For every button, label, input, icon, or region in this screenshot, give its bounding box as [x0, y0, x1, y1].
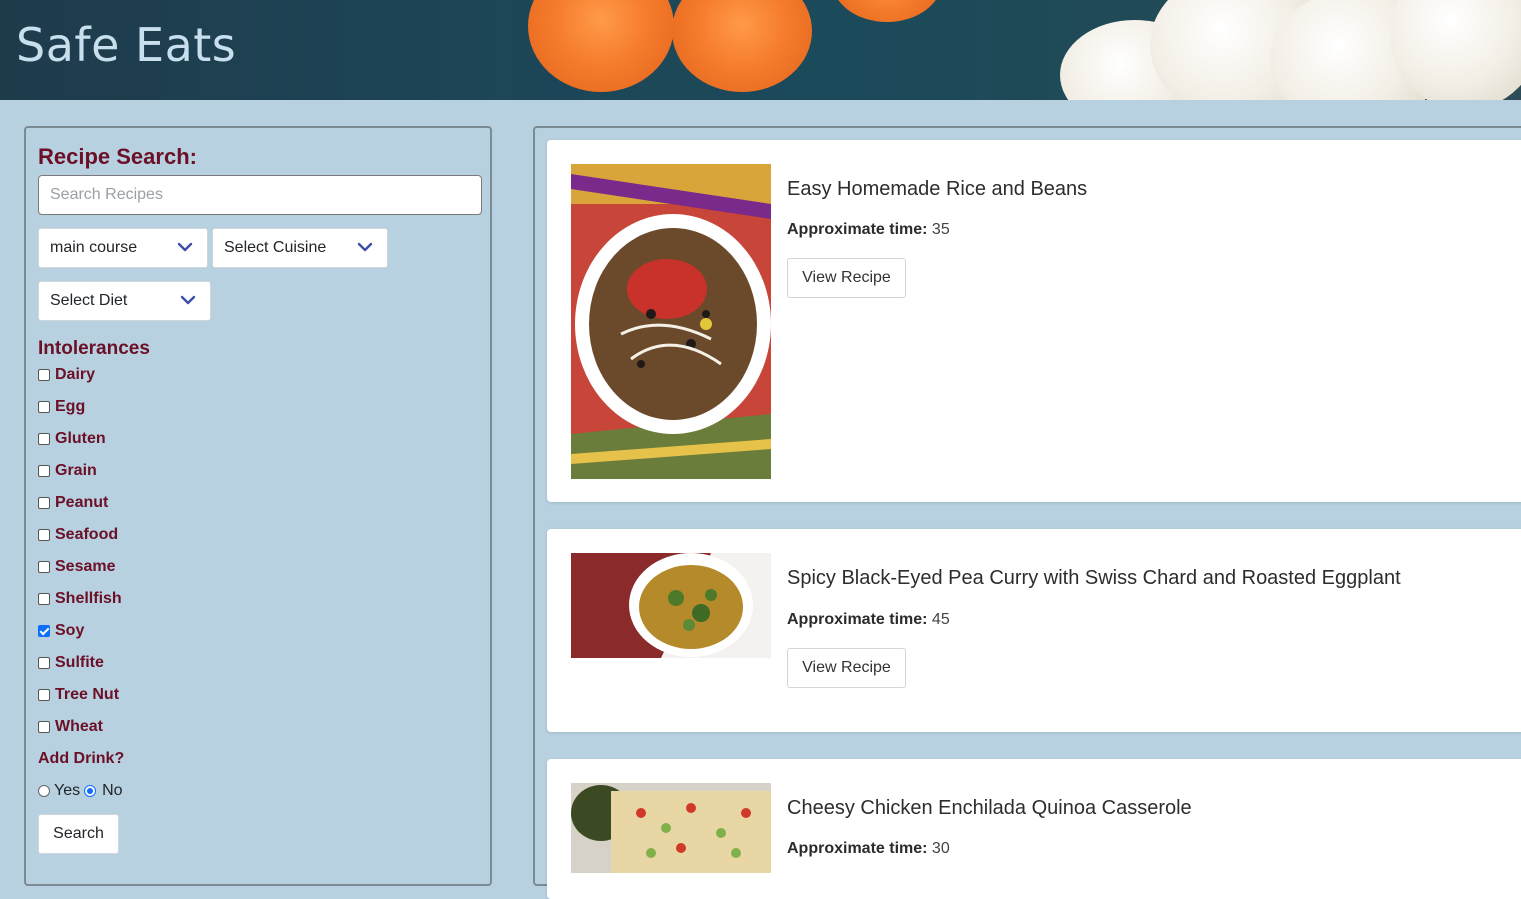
checkbox-label: Sulfite [55, 654, 104, 671]
checkbox[interactable] [38, 657, 50, 669]
chevron-down-icon [180, 295, 196, 305]
recipe-card: Easy Homemade Rice and Beans Approximate… [547, 140, 1521, 502]
checkbox-label: Tree Nut [55, 686, 120, 703]
intolerance-sesame[interactable]: Sesame [38, 556, 116, 578]
checkbox[interactable] [38, 721, 50, 733]
meal-type-select[interactable]: main course [38, 228, 208, 268]
checkbox-label: Dairy [55, 366, 96, 383]
diet-select-value: Select Diet [50, 292, 128, 309]
checkbox[interactable] [38, 497, 50, 509]
checkbox[interactable] [38, 689, 50, 701]
intolerance-tree-nut[interactable]: Tree Nut [38, 684, 119, 706]
intolerance-seafood[interactable]: Seafood [38, 524, 118, 546]
carrot-slice-image [672, 0, 812, 92]
intolerance-shellfish[interactable]: Shellfish [38, 588, 122, 610]
checkbox-label: Seafood [55, 526, 119, 543]
header-banner: Safe Eats [0, 0, 1521, 100]
cuisine-select-value: Select Cuisine [224, 239, 327, 256]
checkbox-label: Egg [55, 398, 86, 415]
drink-yes-label: Yes [54, 782, 81, 799]
intolerance-sulfite[interactable]: Sulfite [38, 652, 104, 674]
checkbox-checked[interactable] [38, 625, 50, 637]
checkbox-label: Grain [55, 462, 97, 479]
view-recipe-button[interactable]: View Recipe [787, 648, 906, 688]
checkbox-label: Gluten [55, 430, 106, 447]
recipe-title[interactable]: Spicy Black-Eyed Pea Curry with Swiss Ch… [787, 567, 1401, 590]
recipe-search-heading: Recipe Search: [38, 144, 197, 169]
time-label: Approximate time: [787, 611, 928, 628]
intolerance-wheat[interactable]: Wheat [38, 716, 103, 738]
meal-type-select-value: main course [50, 239, 138, 256]
checkbox[interactable] [38, 433, 50, 445]
recipe-time: Approximate time: 30 [787, 840, 950, 858]
drink-no-label: No [102, 782, 123, 799]
time-label: Approximate time: [787, 840, 928, 857]
recipe-image-enchilada-casserole [571, 783, 771, 873]
checkbox-label: Peanut [55, 494, 109, 511]
checkbox[interactable] [38, 465, 50, 477]
checkbox[interactable] [38, 401, 50, 413]
recipe-time: Approximate time: 35 [787, 221, 950, 239]
add-drink-options: Yes No [38, 782, 123, 800]
recipe-card: Cheesy Chicken Enchilada Quinoa Casserol… [547, 759, 1521, 899]
checkbox-label: Wheat [55, 718, 103, 735]
diet-select[interactable]: Select Diet [38, 281, 211, 321]
drink-no-radio[interactable] [84, 785, 97, 797]
checkbox[interactable] [38, 529, 50, 541]
cuisine-select[interactable]: Select Cuisine [212, 228, 388, 268]
checkbox-label: Shellfish [55, 590, 122, 607]
carrot-slice-image [832, 0, 942, 22]
intolerance-soy[interactable]: Soy [38, 620, 84, 642]
cauliflower-image [1390, 0, 1521, 100]
recipe-title[interactable]: Cheesy Chicken Enchilada Quinoa Casserol… [787, 797, 1192, 820]
checkbox-label: Sesame [55, 558, 116, 575]
carrot-slice-image [528, 0, 674, 92]
recipe-image-rice-and-beans [571, 164, 771, 479]
recipe-image-black-eyed-pea-curry [571, 553, 771, 658]
intolerance-dairy[interactable]: Dairy [38, 364, 95, 386]
chevron-down-icon [177, 242, 193, 252]
intolerance-egg[interactable]: Egg [38, 396, 85, 418]
recipe-card: Spicy Black-Eyed Pea Curry with Swiss Ch… [547, 529, 1521, 732]
intolerance-peanut[interactable]: Peanut [38, 492, 108, 514]
site-title: Safe Eats [16, 18, 237, 72]
search-input[interactable] [38, 175, 482, 215]
checkbox[interactable] [38, 561, 50, 573]
drink-yes-radio[interactable] [38, 785, 50, 797]
checkbox[interactable] [38, 593, 50, 605]
recipe-time: Approximate time: 45 [787, 611, 950, 629]
checkbox-label: Soy [55, 622, 85, 639]
add-drink-heading: Add Drink? [38, 750, 125, 767]
intolerances-heading: Intolerances [38, 338, 150, 359]
checkbox[interactable] [38, 369, 50, 381]
time-value: 30 [931, 840, 950, 857]
time-value: 45 [931, 611, 950, 628]
view-recipe-button[interactable]: View Recipe [787, 258, 906, 298]
recipe-title[interactable]: Easy Homemade Rice and Beans [787, 178, 1087, 201]
search-button[interactable]: Search [38, 814, 119, 854]
recipe-search-panel: Recipe Search: main course Select Cuisin… [24, 126, 492, 886]
time-value: 35 [931, 221, 950, 238]
time-label: Approximate time: [787, 221, 928, 238]
intolerance-gluten[interactable]: Gluten [38, 428, 106, 450]
intolerance-grain[interactable]: Grain [38, 460, 97, 482]
chevron-down-icon [357, 242, 373, 252]
